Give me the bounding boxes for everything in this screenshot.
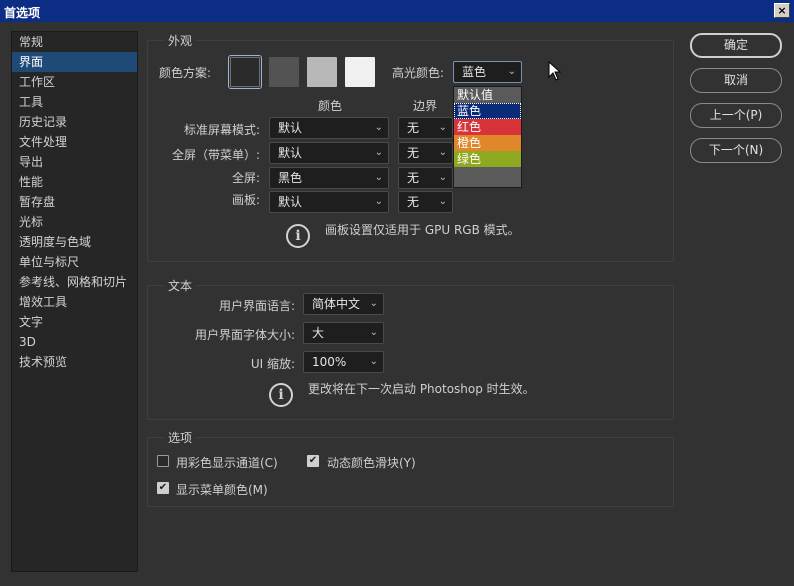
sidebar-item-interface[interactable]: 界面 xyxy=(12,52,137,72)
sidebar-item-workspace[interactable]: 工作区 xyxy=(12,72,137,92)
column-header-color: 颜色 xyxy=(318,99,343,113)
highlight-color-value: 蓝色 xyxy=(462,65,487,79)
close-button[interactable]: × xyxy=(774,3,790,18)
fullscreen-menu-color-select[interactable]: 默认 ⌄ xyxy=(269,142,389,164)
highlight-option-blue[interactable]: 蓝色 xyxy=(454,103,521,119)
chevron-down-icon: ⌄ xyxy=(374,147,383,158)
sidebar-item-scratch-disks[interactable]: 暂存盘 xyxy=(12,192,137,212)
title-bar: 首选项 × xyxy=(0,0,794,22)
chevron-down-icon: ⌄ xyxy=(369,298,378,309)
artboard-color-value: 默认 xyxy=(278,195,303,209)
standard-screen-border-value: 无 xyxy=(407,121,420,135)
standard-screen-border-select[interactable]: 无 ⌄ xyxy=(398,117,453,139)
ui-scaling-label: UI 缩放: xyxy=(250,357,295,371)
chevron-down-icon: ⌄ xyxy=(438,122,447,133)
artboard-border-select[interactable]: 无 ⌄ xyxy=(398,191,453,213)
highlight-color-select[interactable]: 蓝色 ⌄ xyxy=(453,61,522,83)
fullscreen-menu-color-value: 默认 xyxy=(278,146,303,160)
column-header-border: 边界 xyxy=(413,99,438,113)
sidebar-item-3d[interactable]: 3D xyxy=(12,332,137,352)
info-icon: i xyxy=(269,383,293,407)
cancel-button[interactable]: 取消 xyxy=(690,68,782,93)
artboard-border-value: 无 xyxy=(407,195,420,209)
highlight-option-orange[interactable]: 橙色 xyxy=(454,135,521,151)
ui-scaling-value: 100% xyxy=(312,355,347,369)
chevron-down-icon: ⌄ xyxy=(374,172,383,183)
fullscreen-label: 全屏: xyxy=(231,171,260,185)
standard-screen-color-value: 默认 xyxy=(278,121,303,135)
sidebar-item-plugins[interactable]: 增效工具 xyxy=(12,292,137,312)
ui-language-value: 简体中文 xyxy=(312,297,361,311)
highlight-option-green[interactable]: 绿色 xyxy=(454,151,521,167)
ui-scaling-select[interactable]: 100% ⌄ xyxy=(303,351,384,373)
sidebar-item-guides[interactable]: 参考线、网格和切片 xyxy=(12,272,137,292)
sidebar-item-file-handling[interactable]: 文件处理 xyxy=(12,132,137,152)
ui-font-size-value: 大 xyxy=(312,326,325,340)
chevron-down-icon: ⌄ xyxy=(374,196,383,207)
menu-colors-label[interactable]: 显示菜单颜色(M) xyxy=(176,481,268,498)
highlight-option-default[interactable]: 默认值 xyxy=(454,87,521,103)
fullscreen-color-value: 黑色 xyxy=(278,171,303,185)
color-scheme-swatch-darkest[interactable] xyxy=(228,55,262,89)
options-group-title: 选项 xyxy=(164,429,197,446)
artboard-color-select[interactable]: 默认 ⌄ xyxy=(269,191,389,213)
chevron-down-icon: ⌄ xyxy=(438,172,447,183)
dynamic-sliders-checkbox[interactable]: ✔ xyxy=(307,455,319,467)
standard-screen-color-select[interactable]: 默认 ⌄ xyxy=(269,117,389,139)
previous-button[interactable]: 上一个(P) xyxy=(690,103,782,128)
color-scheme-swatch-lightest[interactable] xyxy=(345,57,375,87)
fullscreen-menu-border-value: 无 xyxy=(407,146,420,160)
chevron-down-icon: ⌄ xyxy=(507,66,516,77)
fullscreen-border-value: 无 xyxy=(407,171,420,185)
chevron-down-icon: ⌄ xyxy=(374,122,383,133)
mouse-cursor-icon xyxy=(548,61,562,81)
sidebar-item-cursors[interactable]: 光标 xyxy=(12,212,137,232)
preferences-sidebar: 常规 界面 工作区 工具 历史记录 文件处理 导出 性能 暂存盘 光标 透明度与… xyxy=(11,31,138,572)
fullscreen-menu-label: 全屏（带菜单）: xyxy=(171,148,260,162)
artboard-label: 画板: xyxy=(231,193,260,207)
text-group-title: 文本 xyxy=(164,277,197,294)
highlight-option-red[interactable]: 红色 xyxy=(454,119,521,135)
sidebar-item-units[interactable]: 单位与标尺 xyxy=(12,252,137,272)
ui-language-label: 用户界面语言: xyxy=(218,299,295,313)
sidebar-item-tools[interactable]: 工具 xyxy=(12,92,137,112)
ui-language-select[interactable]: 简体中文 ⌄ xyxy=(303,293,384,315)
sidebar-item-general[interactable]: 常规 xyxy=(12,32,137,52)
ui-font-size-select[interactable]: 大 ⌄ xyxy=(303,322,384,344)
fullscreen-menu-border-select[interactable]: 无 ⌄ xyxy=(398,142,453,164)
color-scheme-swatch-light[interactable] xyxy=(307,57,337,87)
highlight-color-label: 高光颜色: xyxy=(392,66,445,80)
highlight-color-dropdown: 默认值 蓝色 红色 橙色 绿色 xyxy=(453,86,522,188)
sidebar-item-type[interactable]: 文字 xyxy=(12,312,137,332)
chevron-down-icon: ⌄ xyxy=(369,356,378,367)
fullscreen-border-select[interactable]: 无 ⌄ xyxy=(398,167,453,189)
sidebar-item-transparency[interactable]: 透明度与色域 xyxy=(12,232,137,252)
restart-note: 更改将在下一次启动 Photoshop 时生效。 xyxy=(308,382,535,396)
sidebar-item-export[interactable]: 导出 xyxy=(12,152,137,172)
menu-colors-checkbox[interactable]: ✔ xyxy=(157,482,169,494)
color-channels-checkbox[interactable] xyxy=(157,455,169,467)
sidebar-item-performance[interactable]: 性能 xyxy=(12,172,137,192)
sidebar-item-tech-preview[interactable]: 技术预览 xyxy=(12,352,137,372)
fullscreen-color-select[interactable]: 黑色 ⌄ xyxy=(269,167,389,189)
window-title: 首选项 xyxy=(4,6,41,20)
chevron-down-icon: ⌄ xyxy=(438,196,447,207)
info-icon: i xyxy=(286,224,310,248)
ui-font-size-label: 用户界面字体大小: xyxy=(194,328,295,342)
sidebar-item-history[interactable]: 历史记录 xyxy=(12,112,137,132)
ok-button[interactable]: 确定 xyxy=(690,33,782,58)
color-channels-label[interactable]: 用彩色显示通道(C) xyxy=(176,454,278,471)
chevron-down-icon: ⌄ xyxy=(369,327,378,338)
color-scheme-swatch-dark[interactable] xyxy=(269,57,299,87)
appearance-title: 外观 xyxy=(164,32,197,49)
dynamic-sliders-label[interactable]: 动态颜色滑块(Y) xyxy=(327,454,416,471)
chevron-down-icon: ⌄ xyxy=(438,147,447,158)
artboard-note: 画板设置仅适用于 GPU RGB 模式。 xyxy=(325,223,520,237)
standard-screen-label: 标准屏幕模式: xyxy=(183,123,260,137)
next-button[interactable]: 下一个(N) xyxy=(690,138,782,163)
